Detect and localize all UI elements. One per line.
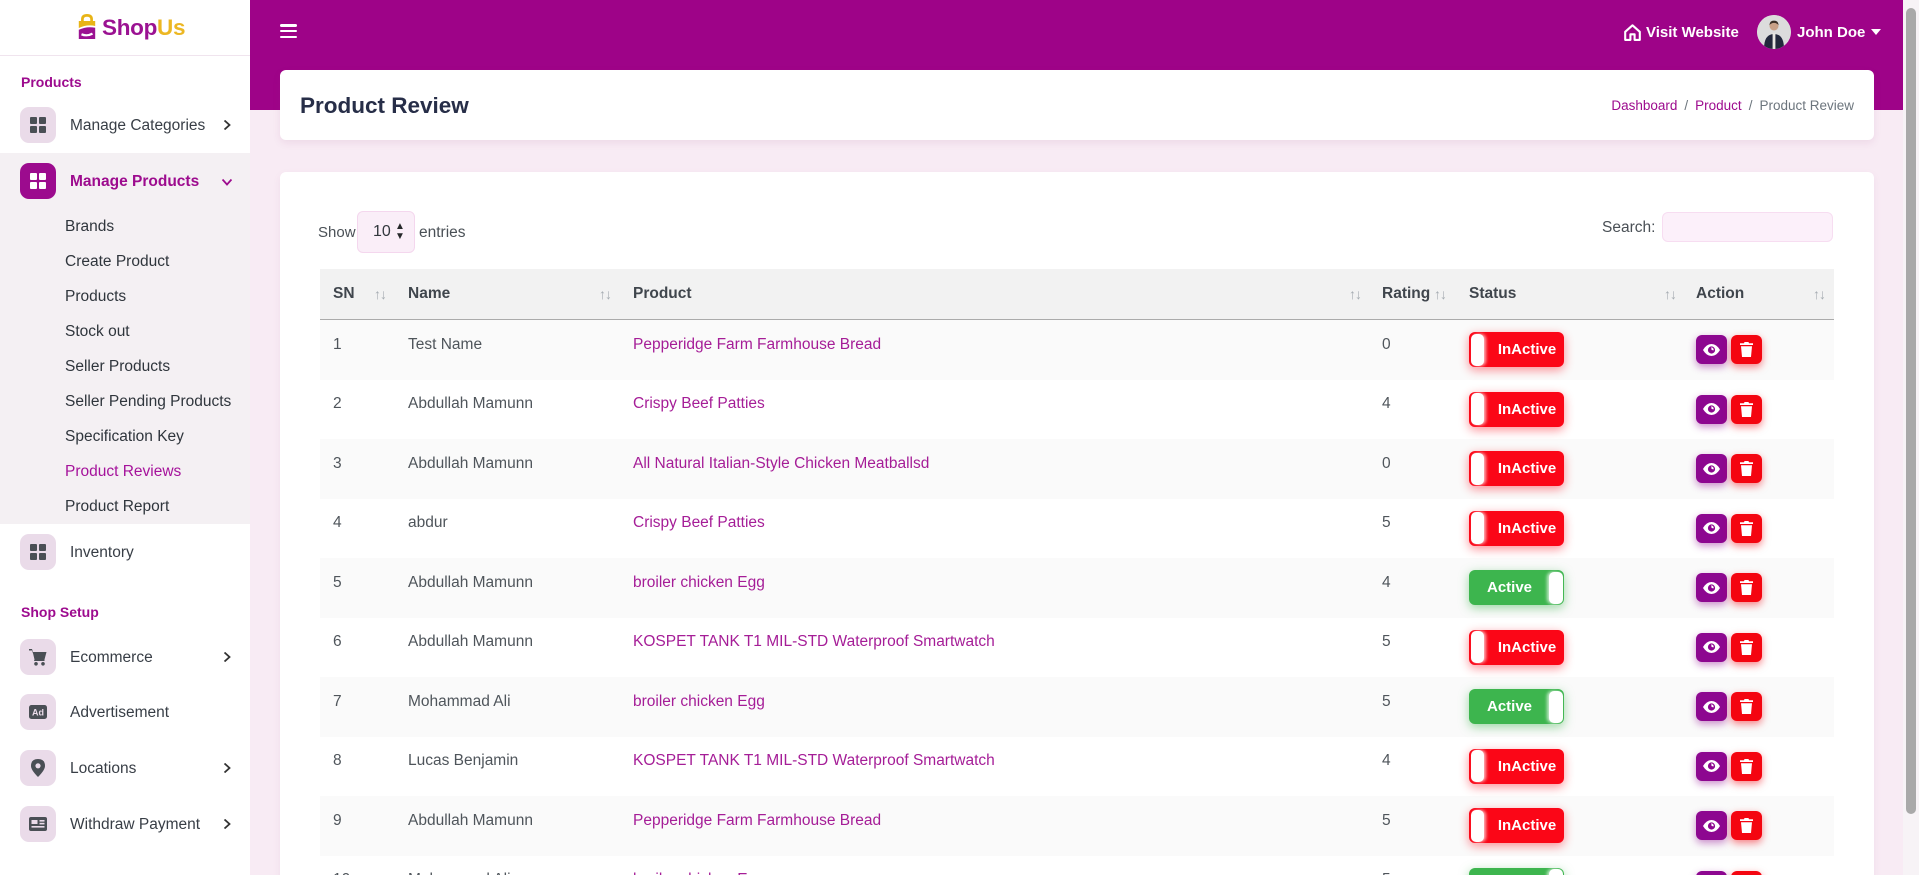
svg-text:Ad: Ad <box>32 708 44 718</box>
